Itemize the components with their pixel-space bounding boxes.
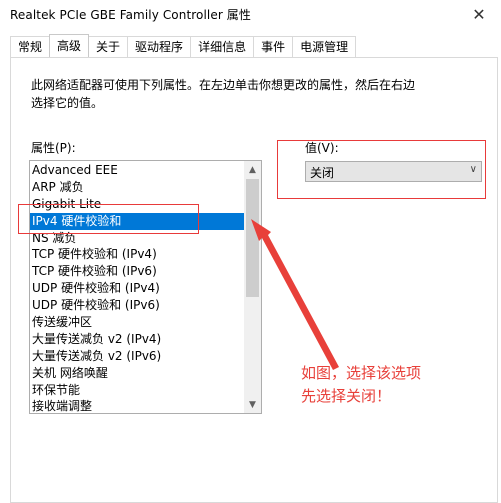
- annotation-text: 如图，选择该选项 先选择关闭！: [301, 362, 421, 408]
- tab-advanced[interactable]: 高级: [49, 34, 90, 57]
- annotation-line: 如图，选择该选项: [301, 364, 422, 382]
- annotation-line: 先选择关闭！: [301, 387, 392, 405]
- annotation-arrow-icon: [251, 219, 339, 370]
